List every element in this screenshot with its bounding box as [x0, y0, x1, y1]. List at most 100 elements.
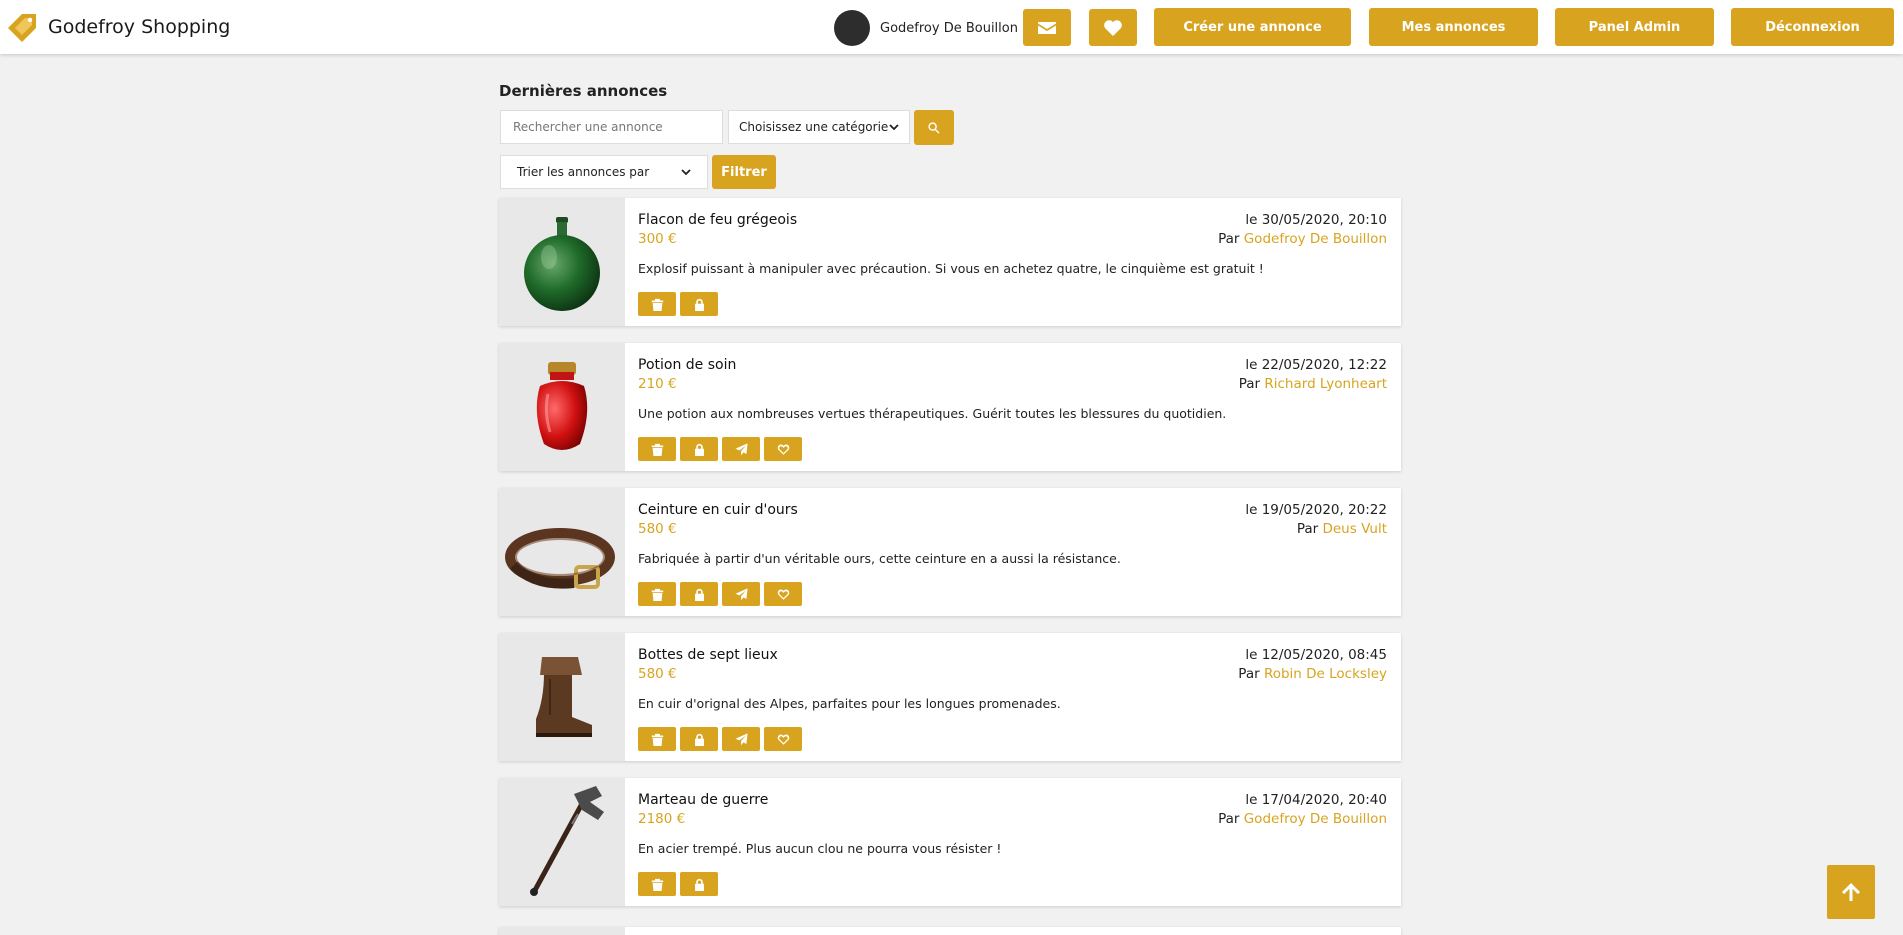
listing-description: Explosif puissant à manipuler avec préca…	[638, 261, 1264, 276]
by-prefix: Par	[1238, 376, 1261, 392]
logout-button[interactable]: Déconnexion	[1731, 8, 1894, 46]
favorites-button[interactable]	[1089, 9, 1137, 46]
send-message-button[interactable]	[722, 437, 760, 461]
listing-thumbnail[interactable]	[499, 488, 625, 616]
listing-author[interactable]: Robin De Locksley	[1264, 666, 1387, 682]
by-prefix: Par	[1238, 666, 1260, 682]
listing-body: Ceinture en cuir d'ours 580 € le 19/05/2…	[638, 488, 1387, 616]
listing-author[interactable]: Godefroy De Bouillon	[1244, 231, 1387, 247]
envelope-icon	[1038, 21, 1056, 34]
scroll-to-top-button[interactable]	[1827, 865, 1875, 919]
leather-belt-image	[505, 528, 615, 589]
trash-icon	[651, 733, 664, 746]
listing-card-partial[interactable]	[499, 927, 1401, 935]
listing-price: 2180 €	[638, 811, 686, 827]
lock-button[interactable]	[680, 872, 718, 896]
sort-select[interactable]: Trier les annonces par	[500, 155, 708, 189]
delete-button[interactable]	[638, 582, 676, 606]
delete-button[interactable]	[638, 437, 676, 461]
listing-card[interactable]: Marteau de guerre 2180 € le 17/04/2020, …	[499, 778, 1401, 906]
listing-date: le 30/05/2020, 20:10	[1245, 212, 1387, 228]
listing-title[interactable]: Flacon de feu grégeois	[638, 212, 797, 228]
listing-description: En acier trempé. Plus aucun clou ne pour…	[638, 841, 1002, 856]
listing-card[interactable]: Potion de soin 210 € le 22/05/2020, 12:2…	[499, 343, 1401, 471]
listing-title[interactable]: Bottes de sept lieux	[638, 647, 778, 663]
listing-description: En cuir d'orignal des Alpes, parfaites p…	[638, 696, 1061, 711]
filter-button[interactable]: Filtrer	[712, 155, 776, 189]
listing-thumbnail[interactable]	[499, 198, 625, 326]
heart-outline-icon	[777, 443, 790, 456]
listing-title[interactable]: Marteau de guerre	[638, 792, 768, 808]
delete-button[interactable]	[638, 292, 676, 316]
lock-icon	[693, 298, 706, 311]
listing-author-line: Par Deus Vult	[1297, 521, 1387, 537]
lock-icon	[693, 588, 706, 601]
lock-icon	[693, 878, 706, 891]
listing-card[interactable]: Flacon de feu grégeois 300 € le 30/05/20…	[499, 198, 1401, 326]
create-ad-button[interactable]: Créer une annonce	[1154, 8, 1351, 46]
listing-date: le 19/05/2020, 20:22	[1245, 502, 1387, 518]
listing-card[interactable]: Bottes de sept lieux 580 € le 12/05/2020…	[499, 633, 1401, 761]
listing-actions	[638, 437, 802, 461]
paper-plane-icon	[735, 733, 748, 746]
search-input[interactable]	[500, 110, 723, 144]
favorite-button[interactable]	[764, 582, 802, 606]
delete-button[interactable]	[638, 872, 676, 896]
by-prefix: Par	[1218, 231, 1240, 247]
listing-body: Bottes de sept lieux 580 € le 12/05/2020…	[638, 633, 1387, 761]
listing-body: Marteau de guerre 2180 € le 17/04/2020, …	[638, 778, 1387, 906]
listing-author-line: Par Robin De Locksley	[1238, 666, 1387, 682]
listing-thumbnail	[499, 927, 625, 935]
brand[interactable]: Godefroy Shopping	[6, 12, 230, 42]
listing-price: 580 €	[638, 521, 677, 537]
user-profile[interactable]: Godefroy De Bouillon	[834, 10, 1018, 46]
sort-select-value: Trier les annonces par	[517, 165, 650, 179]
listing-title[interactable]: Ceinture en cuir d'ours	[638, 502, 798, 518]
lock-icon	[693, 733, 706, 746]
user-name: Godefroy De Bouillon	[880, 20, 1018, 36]
listing-date: le 12/05/2020, 08:45	[1245, 647, 1387, 663]
listing-thumbnail[interactable]	[499, 343, 625, 471]
by-prefix: Par	[1296, 521, 1319, 537]
chevron-down-icon	[681, 169, 691, 176]
trash-icon	[651, 878, 664, 891]
category-select-value: Choisissez une catégorie	[739, 120, 889, 134]
lock-button[interactable]	[680, 292, 718, 316]
paper-plane-icon	[735, 588, 748, 601]
heart-icon	[1104, 19, 1122, 36]
listing-author[interactable]: Godefroy De Bouillon	[1244, 811, 1387, 827]
trash-icon	[651, 443, 664, 456]
listing-author-line: Par Godefroy De Bouillon	[1218, 231, 1387, 247]
search-button[interactable]	[914, 110, 954, 145]
lock-button[interactable]	[680, 582, 718, 606]
paper-plane-icon	[735, 443, 748, 456]
lock-button[interactable]	[680, 437, 718, 461]
trash-icon	[651, 298, 664, 311]
top-navbar: Godefroy Shopping Godefroy De Bouillon C…	[0, 0, 1903, 54]
messages-button[interactable]	[1023, 9, 1071, 46]
listing-author[interactable]: Richard Lyonheart	[1264, 376, 1387, 392]
listing-actions	[638, 872, 718, 896]
lock-button[interactable]	[680, 727, 718, 751]
category-select[interactable]: Choisissez une catégorie	[728, 110, 910, 144]
listing-price: 580 €	[638, 666, 677, 682]
listing-thumbnail[interactable]	[499, 778, 625, 906]
listing-card[interactable]: Ceinture en cuir d'ours 580 € le 19/05/2…	[499, 488, 1401, 616]
avatar	[834, 10, 870, 46]
my-ads-button[interactable]: Mes annonces	[1369, 8, 1538, 46]
listing-date: le 22/05/2020, 12:22	[1245, 357, 1387, 373]
brand-name: Godefroy Shopping	[48, 16, 231, 38]
listing-author[interactable]: Deus Vult	[1322, 521, 1387, 537]
listing-body: Flacon de feu grégeois 300 € le 30/05/20…	[638, 198, 1387, 326]
favorite-button[interactable]	[764, 437, 802, 461]
favorite-button[interactable]	[764, 727, 802, 751]
listing-title[interactable]: Potion de soin	[638, 357, 736, 373]
delete-button[interactable]	[638, 727, 676, 751]
war-hammer-image	[530, 786, 604, 896]
listing-description: Une potion aux nombreuses vertues thérap…	[638, 406, 1227, 421]
send-message-button[interactable]	[722, 582, 760, 606]
listing-thumbnail[interactable]	[499, 633, 625, 761]
admin-panel-button[interactable]: Panel Admin	[1555, 8, 1714, 46]
send-message-button[interactable]	[722, 727, 760, 751]
chevron-down-icon	[889, 124, 899, 131]
